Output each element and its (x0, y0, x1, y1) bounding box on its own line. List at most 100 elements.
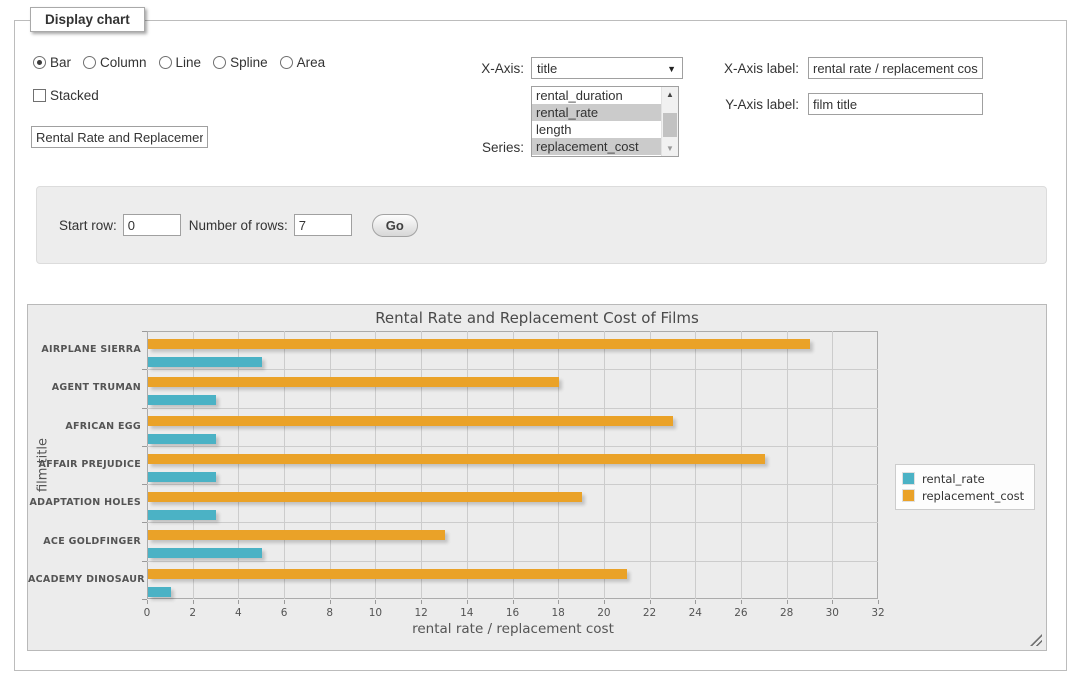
num-rows-input[interactable] (294, 214, 352, 236)
bar-rental_rate (148, 548, 262, 558)
panel-title: Display chart (30, 7, 145, 32)
x-gridline (193, 331, 194, 599)
display-chart-panel: Display chart BarColumnLineSplineArea St… (14, 20, 1067, 671)
stacked-checkbox-row[interactable]: Stacked (33, 88, 99, 103)
bar-rental_rate (148, 587, 171, 597)
legend-item-rental_rate: rental_rate (902, 470, 1024, 487)
x-tickmark (467, 600, 468, 604)
x-gridline (604, 331, 605, 599)
start-row-input[interactable] (123, 214, 181, 236)
x-axis-label-input[interactable] (808, 57, 983, 79)
x-gridline (421, 331, 422, 599)
x-tick-label: 10 (369, 607, 382, 619)
legend-swatch-rental_rate (902, 472, 915, 485)
x-tickmark (284, 600, 285, 604)
listbox-scrollbar[interactable]: ▲ ▼ (661, 87, 678, 156)
radio-option-spline[interactable]: Spline (213, 55, 268, 70)
y-category-label: AGENT TRUMAN (28, 382, 141, 393)
x-tick-label: 20 (597, 607, 610, 619)
scroll-up-icon[interactable]: ▲ (662, 87, 678, 102)
bar-replacement_cost (148, 569, 627, 579)
y-tickmark (142, 522, 147, 523)
chart-title-input[interactable] (31, 126, 208, 148)
y-category-label: AIRPLANE SIERRA (28, 344, 141, 355)
start-row-label: Start row: (59, 218, 117, 233)
radio-option-column[interactable]: Column (83, 55, 147, 70)
series-option-replacement_cost[interactable]: replacement_cost (532, 138, 661, 155)
radio-label: Area (297, 55, 326, 70)
x-tick-label: 32 (871, 607, 884, 619)
x-tickmark (604, 600, 605, 604)
y-tickmark (142, 408, 147, 409)
legend-swatch-replacement_cost (902, 489, 915, 502)
radio-icon-column[interactable] (83, 56, 96, 69)
x-gridline (741, 331, 742, 599)
y-gridline (147, 369, 878, 370)
x-tickmark (193, 600, 194, 604)
y-tickmark (142, 331, 147, 332)
x-tickmark (558, 600, 559, 604)
x-gridline (467, 331, 468, 599)
legend-label: rental_rate (922, 472, 985, 486)
x-tick-label: 14 (460, 607, 473, 619)
x-tickmark (741, 600, 742, 604)
scroll-down-icon[interactable]: ▼ (662, 141, 678, 156)
radio-option-bar[interactable]: Bar (33, 55, 71, 70)
resize-handle-icon[interactable] (1030, 634, 1042, 646)
x-tickmark (421, 600, 422, 604)
radio-label: Column (100, 55, 147, 70)
radio-option-line[interactable]: Line (159, 55, 202, 70)
series-option-rental_rate[interactable]: rental_rate (532, 104, 661, 121)
x-tick-label: 2 (189, 607, 196, 619)
series-option-rental_duration[interactable]: rental_duration (532, 87, 661, 104)
radio-icon-area[interactable] (280, 56, 293, 69)
y-tickmark (142, 561, 147, 562)
chart-type-radio-group: Bar Column Line Spline Area (33, 55, 325, 70)
x-tick-label: 30 (826, 607, 839, 619)
x-tick-label: 6 (281, 607, 288, 619)
radio-option-area[interactable]: Area (280, 55, 326, 70)
x-tick-label: 0 (144, 607, 151, 619)
scrollbar-thumb[interactable] (663, 113, 677, 137)
x-tickmark (832, 600, 833, 604)
y-category-label: AFRICAN EGG (28, 421, 141, 432)
bar-rental_rate (148, 357, 262, 367)
x-gridline (650, 331, 651, 599)
x-gridline (375, 331, 376, 599)
y-tickmark (142, 369, 147, 370)
radio-icon-spline[interactable] (213, 56, 226, 69)
x-tick-label: 8 (326, 607, 333, 619)
y-gridline (147, 446, 878, 447)
radio-icon-bar[interactable] (33, 56, 46, 69)
stacked-checkbox[interactable] (33, 89, 46, 102)
series-option-length[interactable]: length (532, 121, 661, 138)
series-listbox[interactable]: rental_durationrental_ratelengthreplacem… (531, 86, 679, 157)
y-axis-label-input[interactable] (808, 93, 983, 115)
y-tickmark (142, 446, 147, 447)
chart-legend: rental_rate replacement_cost (895, 464, 1035, 510)
y-tickmark (142, 599, 147, 600)
bar-replacement_cost (148, 454, 765, 464)
x-gridline (513, 331, 514, 599)
x-tick-label: 28 (780, 607, 793, 619)
x-tickmark (878, 600, 879, 604)
y-gridline (147, 408, 878, 409)
x-axis-select[interactable]: title ▼ (531, 57, 683, 79)
x-tickmark (513, 600, 514, 604)
radio-label: Line (176, 55, 202, 70)
chart-container: Rental Rate and Replacement Cost of Film… (27, 304, 1047, 651)
y-gridline (147, 484, 878, 485)
x-gridline (695, 331, 696, 599)
x-tick-label: 22 (643, 607, 656, 619)
radio-icon-line[interactable] (159, 56, 172, 69)
y-tickmark (142, 484, 147, 485)
go-button[interactable]: Go (372, 214, 418, 237)
bar-rental_rate (148, 434, 216, 444)
x-gridline (330, 331, 331, 599)
y-axis-label-field-label: Y-Axis label: (725, 97, 799, 112)
bar-replacement_cost (148, 530, 445, 540)
y-category-label: ADAPTATION HOLES (28, 497, 141, 508)
legend-label: replacement_cost (922, 489, 1024, 503)
chevron-down-icon: ▼ (667, 64, 676, 74)
x-axis-label-field-label: X-Axis label: (724, 61, 799, 76)
